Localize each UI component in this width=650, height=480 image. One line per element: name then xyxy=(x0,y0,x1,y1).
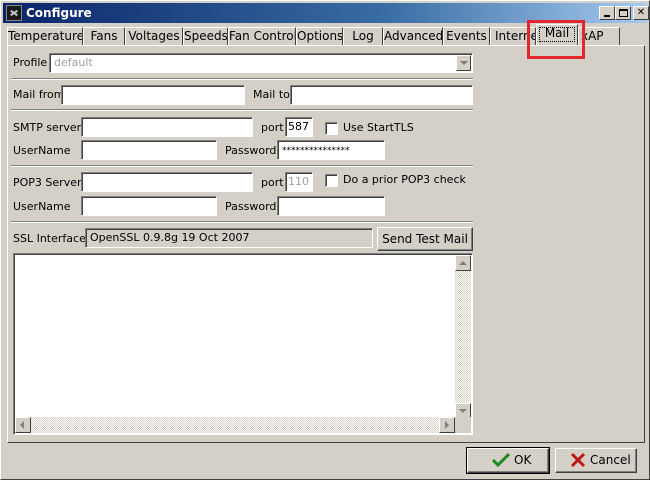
tab-events[interactable]: Events xyxy=(443,27,490,45)
checkmark-icon xyxy=(492,452,510,468)
smtp-server-input[interactable] xyxy=(81,117,253,137)
mail-to-label: Mail to xyxy=(253,88,290,101)
cancel-label: Cancel xyxy=(590,453,631,467)
smtp-port-input[interactable]: 587 xyxy=(285,117,313,137)
scrollbar-corner xyxy=(455,417,471,433)
mail-from-label: Mail from xyxy=(13,88,65,101)
pop3-password-label: Password xyxy=(225,200,277,213)
tab-log[interactable]: Log xyxy=(343,27,383,45)
tab-strip: Temperatures Fans Voltages Speeds Fan Co… xyxy=(7,24,643,45)
smtp-server-label: SMTP server xyxy=(13,121,82,134)
divider xyxy=(11,109,473,111)
divider xyxy=(11,78,473,80)
prior-pop3-check-label[interactable]: Do a prior POP3 check xyxy=(343,173,466,186)
ok-label: OK xyxy=(514,453,532,467)
use-starttls-checkbox[interactable] xyxy=(325,122,338,135)
x-icon xyxy=(570,452,586,468)
mail-from-input[interactable] xyxy=(61,85,245,105)
tab-temperatures[interactable]: Temperatures xyxy=(7,27,83,45)
pop3-username-input[interactable] xyxy=(81,196,217,216)
tab-internet[interactable]: Interne xyxy=(490,27,536,45)
arrow-left-icon xyxy=(20,421,24,429)
tab-voltages[interactable]: Voltages xyxy=(125,27,183,45)
minimize-button[interactable] xyxy=(599,6,615,20)
close-icon: ✕ xyxy=(636,7,646,18)
chevron-down-icon xyxy=(460,61,468,65)
app-icon xyxy=(6,5,22,21)
pop3-port-input[interactable]: 110 xyxy=(285,172,313,192)
tab-fan-control[interactable]: Fan Control xyxy=(228,27,296,45)
window-title: Configure xyxy=(26,6,92,20)
profile-value: default xyxy=(54,56,93,69)
minimize-icon xyxy=(604,15,610,17)
configure-window: Configure ✕ Temperatures Fans Voltages S… xyxy=(0,0,650,480)
arrow-down-icon xyxy=(459,409,467,413)
smtp-username-label: UserName xyxy=(13,144,71,157)
divider xyxy=(11,221,473,223)
mail-to-input[interactable] xyxy=(290,85,473,105)
ok-button[interactable]: OK xyxy=(466,447,550,474)
profile-dropdown-button[interactable] xyxy=(456,55,471,71)
pop3-server-input[interactable] xyxy=(81,172,253,192)
tab-xap[interactable]: xAP xyxy=(578,27,620,45)
smtp-password-input[interactable]: *************** xyxy=(277,140,385,160)
ssl-interface-value: OpenSSL 0.9.8g 19 Oct 2007 xyxy=(85,228,373,248)
scroll-left-button[interactable] xyxy=(15,417,31,433)
pop3-password-input[interactable] xyxy=(277,196,385,216)
pop3-server-label: POP3 Server xyxy=(13,176,82,189)
pop3-port-label: port xyxy=(261,176,284,189)
scroll-right-button[interactable] xyxy=(439,417,455,433)
scroll-up-button[interactable] xyxy=(455,255,471,271)
cancel-button[interactable]: Cancel xyxy=(555,448,637,473)
arrow-right-icon xyxy=(445,421,449,429)
horizontal-scrollbar[interactable] xyxy=(15,417,455,433)
mail-log-textarea[interactable] xyxy=(13,253,473,435)
title-bar[interactable]: Configure ✕ xyxy=(3,3,649,23)
divider xyxy=(11,165,473,167)
profile-label: Profile xyxy=(13,56,48,69)
use-starttls-label[interactable]: Use StartTLS xyxy=(343,121,414,134)
arrow-up-icon xyxy=(459,261,467,265)
tab-mail[interactable]: Mail xyxy=(536,24,578,45)
smtp-password-label: Password xyxy=(225,144,277,157)
close-button[interactable]: ✕ xyxy=(633,6,649,20)
tab-speeds[interactable]: Speeds xyxy=(183,27,228,45)
send-test-mail-button[interactable]: Send Test Mail xyxy=(377,227,473,251)
tab-advanced[interactable]: Advanced xyxy=(383,27,443,45)
prior-pop3-check-checkbox[interactable] xyxy=(325,174,338,187)
smtp-username-input[interactable] xyxy=(81,140,217,160)
profile-combo[interactable]: default xyxy=(49,53,473,73)
tab-options[interactable]: Options xyxy=(296,27,343,45)
vertical-scrollbar[interactable] xyxy=(455,255,471,419)
ssl-interface-label: SSL Interface xyxy=(13,232,86,245)
maximize-button[interactable] xyxy=(615,6,631,20)
smtp-port-label: port xyxy=(261,121,284,134)
pop3-username-label: UserName xyxy=(13,200,71,213)
maximize-icon xyxy=(619,9,628,17)
tab-fans[interactable]: Fans xyxy=(83,27,125,45)
